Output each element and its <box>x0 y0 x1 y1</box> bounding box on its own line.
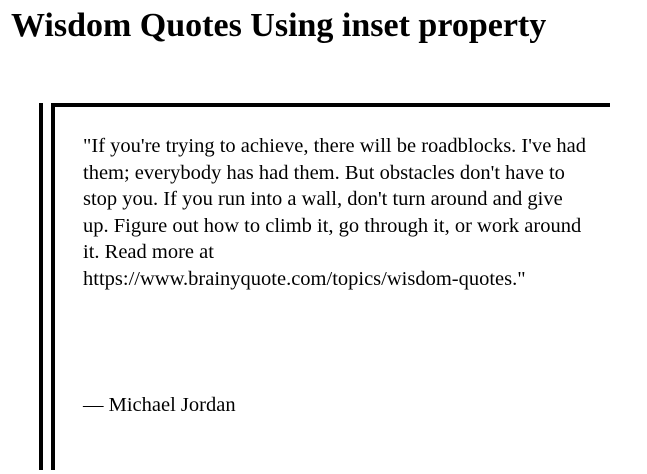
quote-text: "If you're trying to achieve, there will… <box>83 135 587 290</box>
page-title: Wisdom Quotes Using inset property <box>11 7 547 44</box>
quote-author: — Michael Jordan <box>83 394 236 416</box>
quote-box: "If you're trying to achieve, there will… <box>39 103 610 474</box>
